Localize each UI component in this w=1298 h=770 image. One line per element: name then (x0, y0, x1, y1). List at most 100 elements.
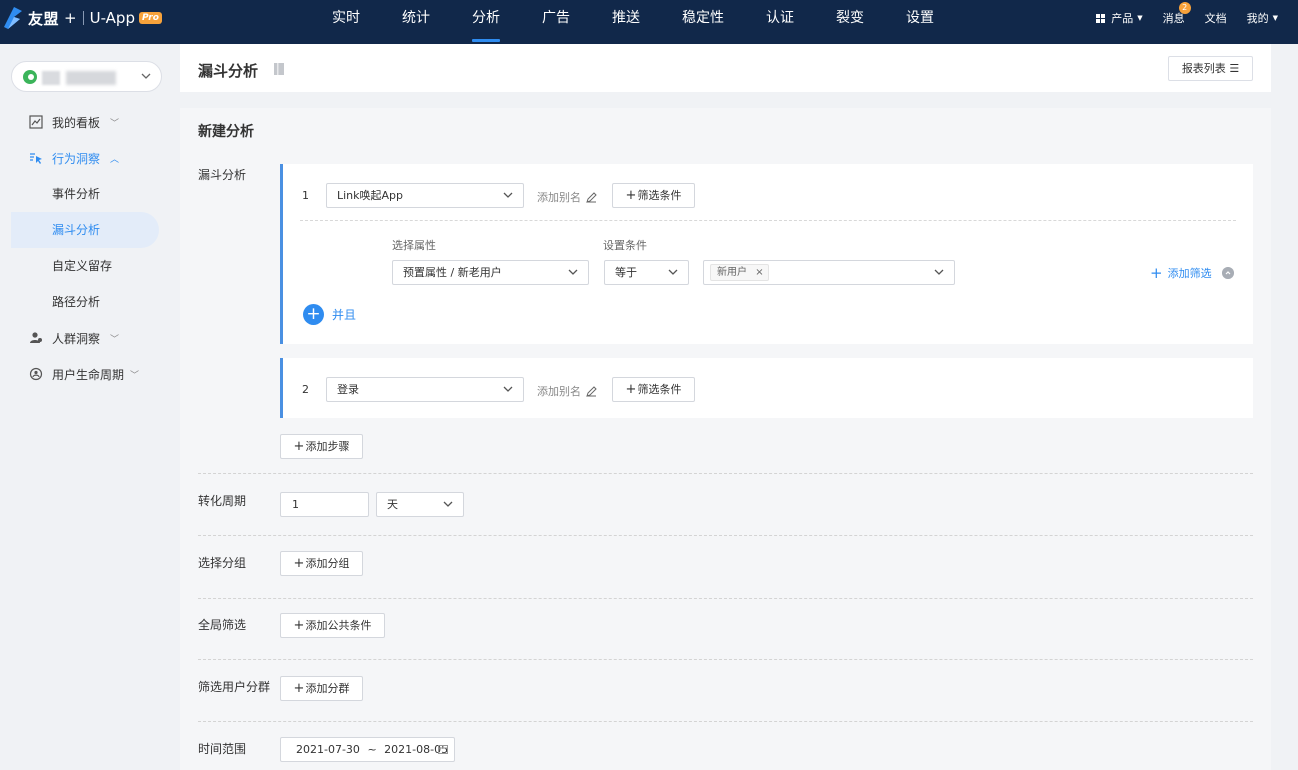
add-alias-label: 添加别名 (537, 191, 581, 204)
top-right-menu: 产品 ▼ 消息 2 文档 我的 ▼ (1096, 0, 1298, 36)
bookmark-icon[interactable] (274, 63, 284, 75)
pro-badge: Pro (138, 12, 162, 24)
condition-label: 设置条件 (603, 239, 647, 252)
products-menu[interactable]: 产品 ▼ (1096, 10, 1143, 26)
step-event-select[interactable]: Link唤起App (326, 183, 524, 208)
chevron-up-icon: ︿ (110, 154, 120, 165)
add-step-button[interactable]: +添加步骤 (280, 434, 363, 459)
add-common-condition-button[interactable]: +添加公共条件 (280, 613, 385, 638)
plus-circle-icon: + (303, 304, 324, 325)
add-alias-link[interactable]: 添加别名 (537, 189, 597, 205)
remove-filter-icon[interactable] (1222, 267, 1234, 279)
add-filter-link[interactable]: + 添加筛选 (1150, 264, 1212, 282)
divider (198, 535, 1253, 536)
funnel-step-1: 1 Link唤起App 添加别名 +筛选条件 选择属性 设置条件 预置属性 / … (280, 164, 1253, 344)
account-menu[interactable]: 我的 ▼ (1247, 10, 1278, 26)
brand-logo[interactable]: 友盟 + U-App Pro (0, 0, 162, 36)
nav-push[interactable]: 推送 (598, 0, 654, 44)
sidebar-item-audience[interactable]: 人群洞察 ﹀ (0, 320, 172, 356)
plus-icon: + (293, 556, 305, 571)
chevron-down-icon: ﹀ (110, 334, 120, 345)
nav-analysis[interactable]: 分析 (458, 0, 514, 44)
add-step-label: 添加步骤 (305, 440, 350, 453)
app-name-redacted (66, 71, 116, 85)
plus-icon: + (625, 382, 637, 397)
caret-down-icon: ▼ (1272, 14, 1278, 22)
nav-ads[interactable]: 广告 (528, 0, 584, 44)
sidebar-sub-path-analysis[interactable]: 路径分析 (11, 284, 159, 320)
add-segment-button[interactable]: +添加分群 (280, 676, 363, 701)
property-select[interactable]: 预置属性 / 新老用户 (392, 260, 589, 285)
divider (198, 659, 1253, 660)
value-tag: 新用户 × (710, 264, 769, 281)
sidebar-sub-funnel-analysis[interactable]: 漏斗分析 (11, 212, 159, 248)
nav-realtime[interactable]: 实时 (318, 0, 374, 44)
date-separator: ~ (367, 743, 377, 756)
chevron-down-icon (141, 73, 151, 79)
docs-label: 文档 (1204, 12, 1227, 25)
docs-link[interactable]: 文档 (1205, 10, 1227, 26)
funnel-step-2: 2 登录 添加别名 +筛选条件 (280, 358, 1253, 418)
add-alias-link[interactable]: 添加别名 (537, 383, 597, 399)
plus-icon: + (625, 188, 637, 203)
step-event-select[interactable]: 登录 (326, 377, 524, 402)
page-title: 漏斗分析 (198, 62, 259, 80)
grouping-label: 选择分组 (198, 556, 247, 570)
conversion-period-value: 1 (292, 498, 299, 511)
filter-conditions-label: 筛选条件 (637, 383, 682, 396)
add-group-button[interactable]: +添加分组 (280, 551, 363, 576)
step-event-value: 登录 (337, 383, 359, 396)
operator-value: 等于 (615, 266, 637, 279)
close-icon[interactable]: × (755, 267, 763, 278)
filter-conditions-button[interactable]: +筛选条件 (612, 183, 695, 208)
nav-fission[interactable]: 裂变 (822, 0, 878, 44)
chevron-down-icon (503, 192, 513, 198)
plus-icon: + (293, 681, 305, 696)
date-range-picker[interactable]: 2021-07-30 ~ 2021-08-05 (280, 737, 455, 762)
divider (198, 473, 1253, 474)
add-common-condition-label: 添加公共条件 (305, 619, 372, 632)
sidebar-sub-custom-retention[interactable]: 自定义留存 (11, 248, 159, 284)
app-selector[interactable] (11, 61, 162, 92)
chevron-down-icon: ﹀ (130, 370, 140, 381)
top-navigation-bar: 友盟 + U-App Pro 实时 统计 分析 广告 推送 稳定性 认证 裂变 … (0, 0, 1298, 44)
segment-label: 筛选用户分群 (198, 680, 271, 694)
report-list-button[interactable]: 报表列表 ☰ (1168, 56, 1253, 81)
sidebar-sub-event-analysis[interactable]: 事件分析 (11, 176, 159, 212)
products-label: 产品 (1111, 12, 1134, 25)
chevron-down-icon (668, 269, 678, 275)
brand-divider (82, 11, 84, 25)
plus-icon: + (1150, 264, 1163, 282)
nav-settings[interactable]: 设置 (892, 0, 948, 44)
account-label: 我的 (1246, 12, 1269, 25)
condition-value-select[interactable]: 新用户 × (703, 260, 955, 285)
sidebar-item-lifecycle[interactable]: 用户生命周期 ﹀ (0, 356, 172, 392)
property-value: 预置属性 / 新老用户 (403, 266, 502, 279)
nav-statistics[interactable]: 统计 (388, 0, 444, 44)
nav-verification[interactable]: 认证 (752, 0, 808, 44)
new-analysis-form: 新建分析 漏斗分析 1 Link唤起App 添加别名 +筛选条件 选择属性 设置… (180, 108, 1271, 770)
sidebar-item-behavior[interactable]: 行为洞察 ︿ (0, 140, 172, 176)
tag-label: 新用户 (717, 267, 747, 278)
user-group-icon (30, 332, 42, 343)
divider (198, 598, 1253, 599)
conversion-unit-select[interactable]: 天 (376, 492, 464, 517)
and-condition-button[interactable]: + 并且 (303, 304, 356, 325)
caret-down-icon: ▼ (1137, 14, 1143, 22)
messages-link[interactable]: 消息 2 (1163, 2, 1191, 26)
filter-conditions-button[interactable]: +筛选条件 (612, 377, 695, 402)
lifecycle-icon (29, 367, 43, 381)
sidebar-item-label: 我的看板 (52, 115, 101, 130)
sidebar-item-dashboard[interactable]: 我的看板 ﹀ (0, 104, 172, 140)
report-list-label: 报表列表 (1181, 62, 1226, 75)
filter-conditions-label: 筛选条件 (637, 189, 682, 202)
nav-stability[interactable]: 稳定性 (668, 0, 738, 44)
main-nav: 实时 统计 分析 广告 推送 稳定性 认证 裂变 设置 (318, 0, 962, 44)
operator-select[interactable]: 等于 (604, 260, 689, 285)
conversion-period-input[interactable]: 1 (280, 492, 369, 517)
funnel-steps-label: 漏斗分析 (198, 168, 247, 182)
app-name-redacted (42, 71, 60, 85)
cursor-click-icon (30, 153, 42, 164)
conversion-unit-value: 天 (387, 498, 398, 511)
property-label: 选择属性 (392, 239, 436, 252)
